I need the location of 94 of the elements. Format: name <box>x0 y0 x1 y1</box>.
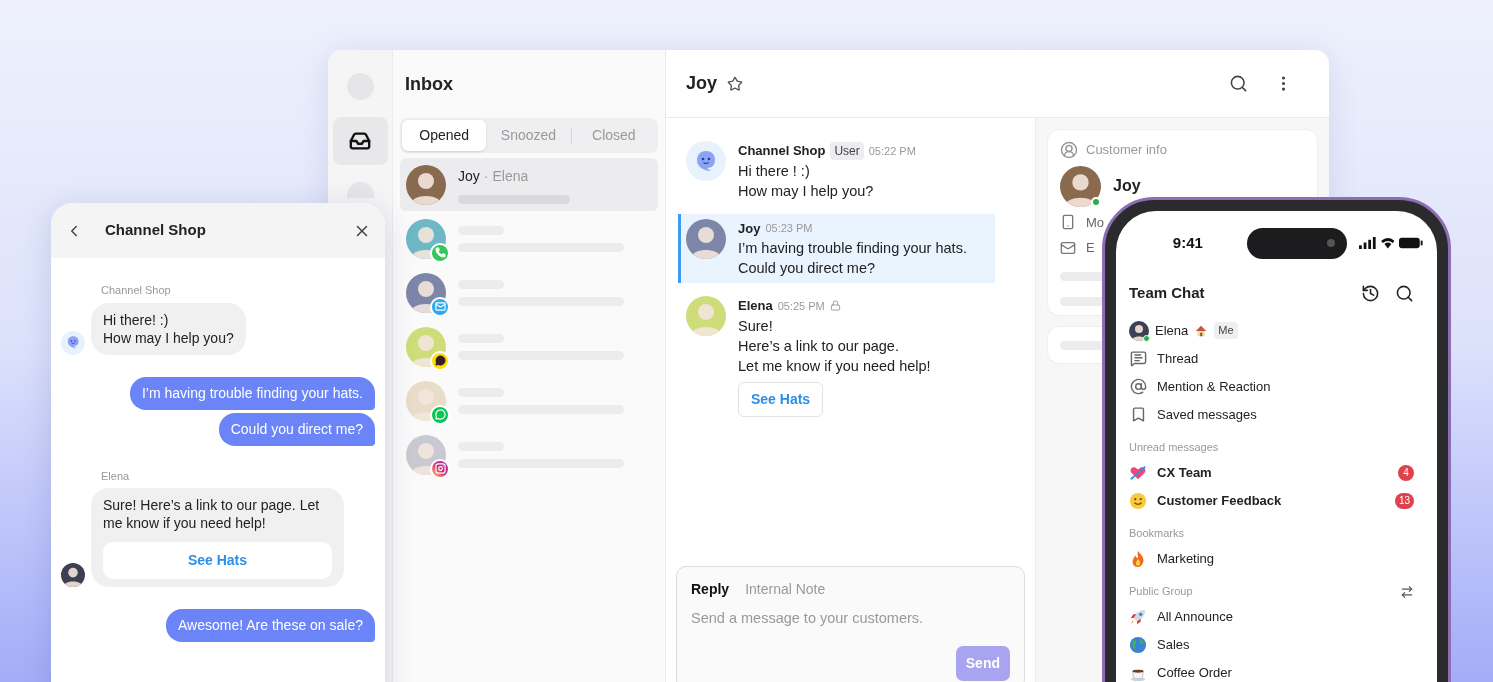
avatar <box>406 272 446 313</box>
field-label: Mo <box>1086 213 1105 232</box>
avatar <box>406 326 446 367</box>
message-text: Could you direct me? <box>738 259 876 278</box>
channel-name: All Announce <box>1157 607 1233 626</box>
composer-tab[interactable]: Reply <box>691 579 730 600</box>
conversation-item[interactable]: Joy · Elena <box>400 158 658 211</box>
avatar <box>406 164 446 205</box>
message-time: 05:23 PM <box>765 221 813 236</box>
avatar <box>406 380 446 421</box>
message-text: Sure! Here’s a link to our page. Let me know if you need help! <box>103 496 321 532</box>
message-text: Hi there! :) <box>103 310 170 329</box>
inbox-title: Inbox <box>404 73 454 96</box>
message-time: 05:25 PM <box>777 298 825 314</box>
search-icon[interactable] <box>1229 74 1248 93</box>
channel-name: Customer Feedback <box>1157 491 1282 510</box>
unread-count: 4 <box>1398 464 1414 481</box>
globe-icon <box>1129 635 1147 654</box>
tab[interactable]: Opened <box>402 120 487 151</box>
sender-name: Joy <box>738 219 761 238</box>
star-icon[interactable] <box>727 75 744 92</box>
screen-title: Team Chat <box>1129 283 1205 303</box>
sender-name: Channel Shop <box>738 142 826 160</box>
message-text: How may I help you? <box>103 328 234 347</box>
channel-item[interactable]: Customer Feedback 13 <box>1129 486 1424 515</box>
section-title: Bookmarks <box>1129 526 1185 542</box>
message-text: Hi there ! :) <box>738 161 811 181</box>
message-input[interactable]: Send a message to your customers. <box>691 608 1010 630</box>
card-title: Customer info <box>1086 141 1167 159</box>
avatar <box>1129 320 1149 341</box>
channel-item[interactable]: All Announce <box>1129 602 1424 631</box>
sender-name: Elena <box>101 468 131 484</box>
heart-arrow-icon <box>1129 463 1147 482</box>
smiley-icon <box>1129 491 1147 510</box>
channel-item[interactable]: Coffee Order <box>1129 658 1424 682</box>
message-text: Could you direct me? <box>230 419 363 439</box>
bot-avatar <box>686 141 726 181</box>
message-text: Sure! <box>738 316 774 336</box>
inbox-icon <box>349 130 371 152</box>
bookmark-icon <box>1130 406 1147 423</box>
avatar <box>406 434 446 475</box>
unread-count: 13 <box>1394 492 1414 509</box>
user-circle-icon <box>1060 140 1078 159</box>
wifi-icon <box>1380 237 1395 249</box>
rocket-icon <box>1129 607 1147 626</box>
message-text: Let me know if you need help! <box>738 356 931 376</box>
sender-name: Elena <box>738 297 773 315</box>
avatar <box>406 218 446 259</box>
menu-item[interactable]: Mention & Reaction <box>1129 372 1424 401</box>
customer-name: Joy <box>1113 176 1141 196</box>
menu-item[interactable]: Saved messages <box>1129 400 1424 429</box>
at-sign-icon <box>1130 378 1147 395</box>
user-tag: User <box>830 141 864 160</box>
field-label: E <box>1086 239 1095 257</box>
channel-name: Marketing <box>1157 549 1215 568</box>
inbox-rail-button[interactable] <box>332 117 388 165</box>
avatar <box>686 218 726 259</box>
user-name: Elena <box>1155 321 1189 340</box>
bot-avatar <box>61 330 85 355</box>
message-text: Awesome! Are these on sale? <box>178 616 363 635</box>
channel-name: CX Team <box>1157 463 1212 482</box>
channel-name: Sales <box>1157 635 1190 654</box>
house-icon <box>1194 323 1209 338</box>
thread-icon <box>1130 350 1147 367</box>
history-icon[interactable] <box>1361 283 1380 303</box>
message-text: Here’s a link to our page. <box>738 336 900 356</box>
mail-icon <box>1060 239 1076 256</box>
phone-icon <box>1060 214 1076 231</box>
chat-title: Joy <box>686 72 718 95</box>
channel-name: Coffee Order <box>1157 663 1232 682</box>
me-tag: Me <box>1214 322 1238 339</box>
status-time: 9:41 <box>1171 232 1204 253</box>
sender-name: Channel Shop <box>101 283 172 298</box>
channel-item[interactable]: Marketing <box>1129 544 1424 573</box>
channel-item[interactable]: CX Team 4 <box>1129 458 1424 487</box>
avatar <box>1060 165 1101 207</box>
message-text: How may I help you? <box>738 181 875 201</box>
swap-icon[interactable] <box>1400 584 1414 599</box>
message-text: I’m having trouble finding your hats. <box>142 383 363 403</box>
channel-item[interactable]: Sales <box>1129 630 1424 659</box>
signal-icon <box>1359 237 1376 249</box>
separator-dot: · <box>483 166 489 186</box>
contact-name: Joy <box>458 166 480 186</box>
section-title: Unread messages <box>1129 440 1219 456</box>
search-icon[interactable] <box>1395 283 1414 303</box>
avatar <box>686 296 726 336</box>
message-time: 05:22 PM <box>868 143 916 159</box>
menu-item[interactable]: Thread <box>1129 344 1424 373</box>
widget-title: Channel Shop <box>105 220 206 241</box>
assignee-name: Elena <box>492 166 529 186</box>
message-text: I’m having trouble finding your hats. <box>738 239 967 258</box>
battery-icon <box>1399 237 1424 249</box>
section-title: Public Group <box>1129 584 1193 600</box>
avatar <box>61 563 85 587</box>
